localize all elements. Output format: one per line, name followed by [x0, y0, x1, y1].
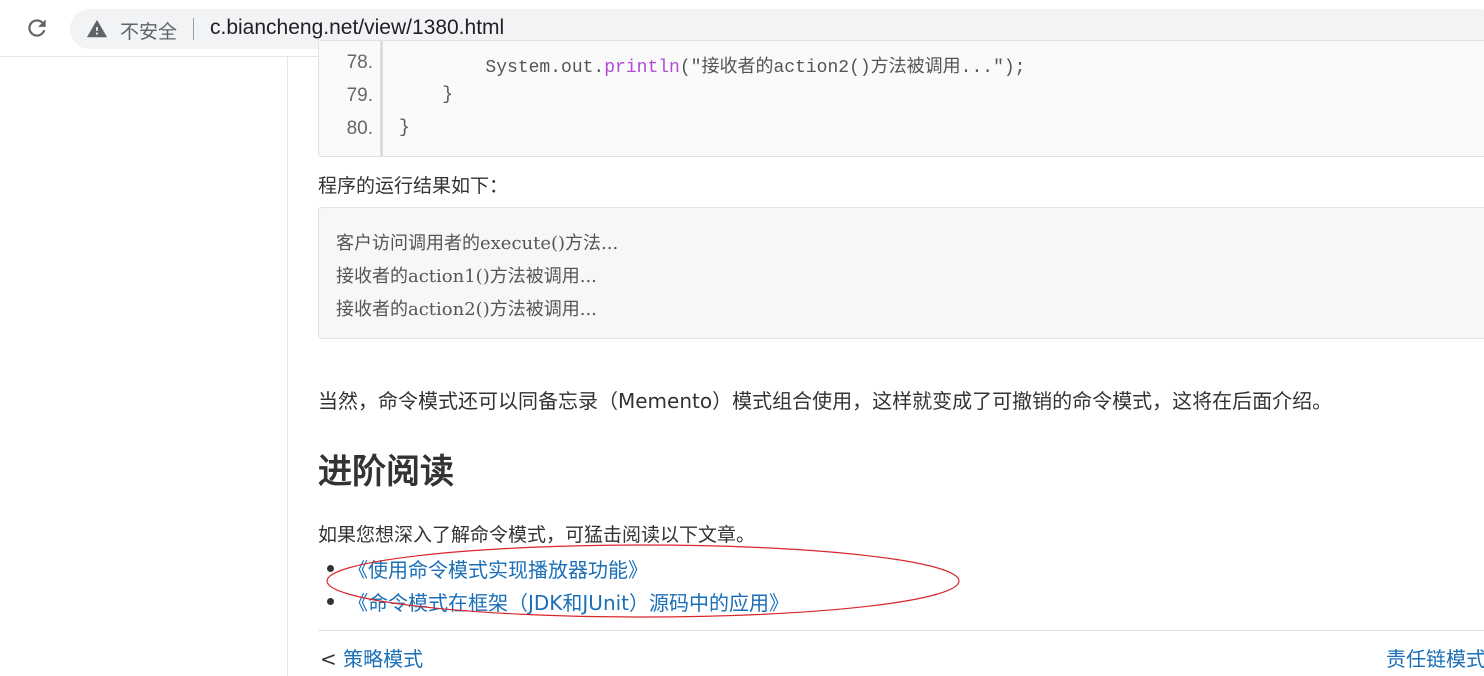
url-text[interactable]: c.biancheng.net/view/1380.html [210, 16, 504, 40]
prev-nav[interactable]: < 策略模式 [320, 643, 423, 672]
prev-arrow: < [320, 647, 337, 671]
code-line: } [399, 118, 410, 138]
reload-icon[interactable] [24, 15, 50, 41]
code-text: System.out. [399, 58, 605, 78]
sidebar-divider [287, 57, 288, 676]
line-number: 78. [346, 52, 373, 73]
gutter-divider [380, 41, 383, 156]
line-number: 79. [346, 85, 373, 106]
output-line: 接收者的action1()方法被调用... [336, 266, 597, 287]
output-block: 客户访问调用者的execute()方法... 接收者的action1()方法被调… [318, 207, 1484, 339]
output-line: 客户访问调用者的execute()方法... [336, 233, 619, 254]
security-label[interactable]: 不安全 [120, 17, 177, 44]
output-line: 接收者的action2()方法被调用... [336, 299, 597, 320]
code-keyword: println [604, 58, 680, 78]
code-text: ("接收者的action2()方法被调用..."); [679, 58, 1026, 78]
body-paragraph: 当然，命令模式还可以同备忘录（Memento）模式组合使用，这样就变成了可撤销的… [318, 389, 1333, 413]
result-label: 程序的运行结果如下： [318, 175, 509, 197]
divider [318, 630, 1484, 631]
red-annotation-ellipse [326, 544, 960, 618]
prev-link[interactable]: 策略模式 [343, 647, 423, 671]
line-number: 80. [346, 118, 373, 139]
next-link[interactable]: 责任链模式 [1386, 643, 1484, 672]
warning-icon[interactable] [86, 18, 108, 40]
section-heading: 进阶阅读 [318, 452, 454, 492]
code-line: System.out.println("接收者的action2()方法被调用..… [399, 52, 1026, 78]
code-block: 78. 79. 80. System.out.println("接收者的acti… [318, 40, 1484, 157]
code-line: } [399, 85, 454, 105]
divider [193, 18, 194, 40]
